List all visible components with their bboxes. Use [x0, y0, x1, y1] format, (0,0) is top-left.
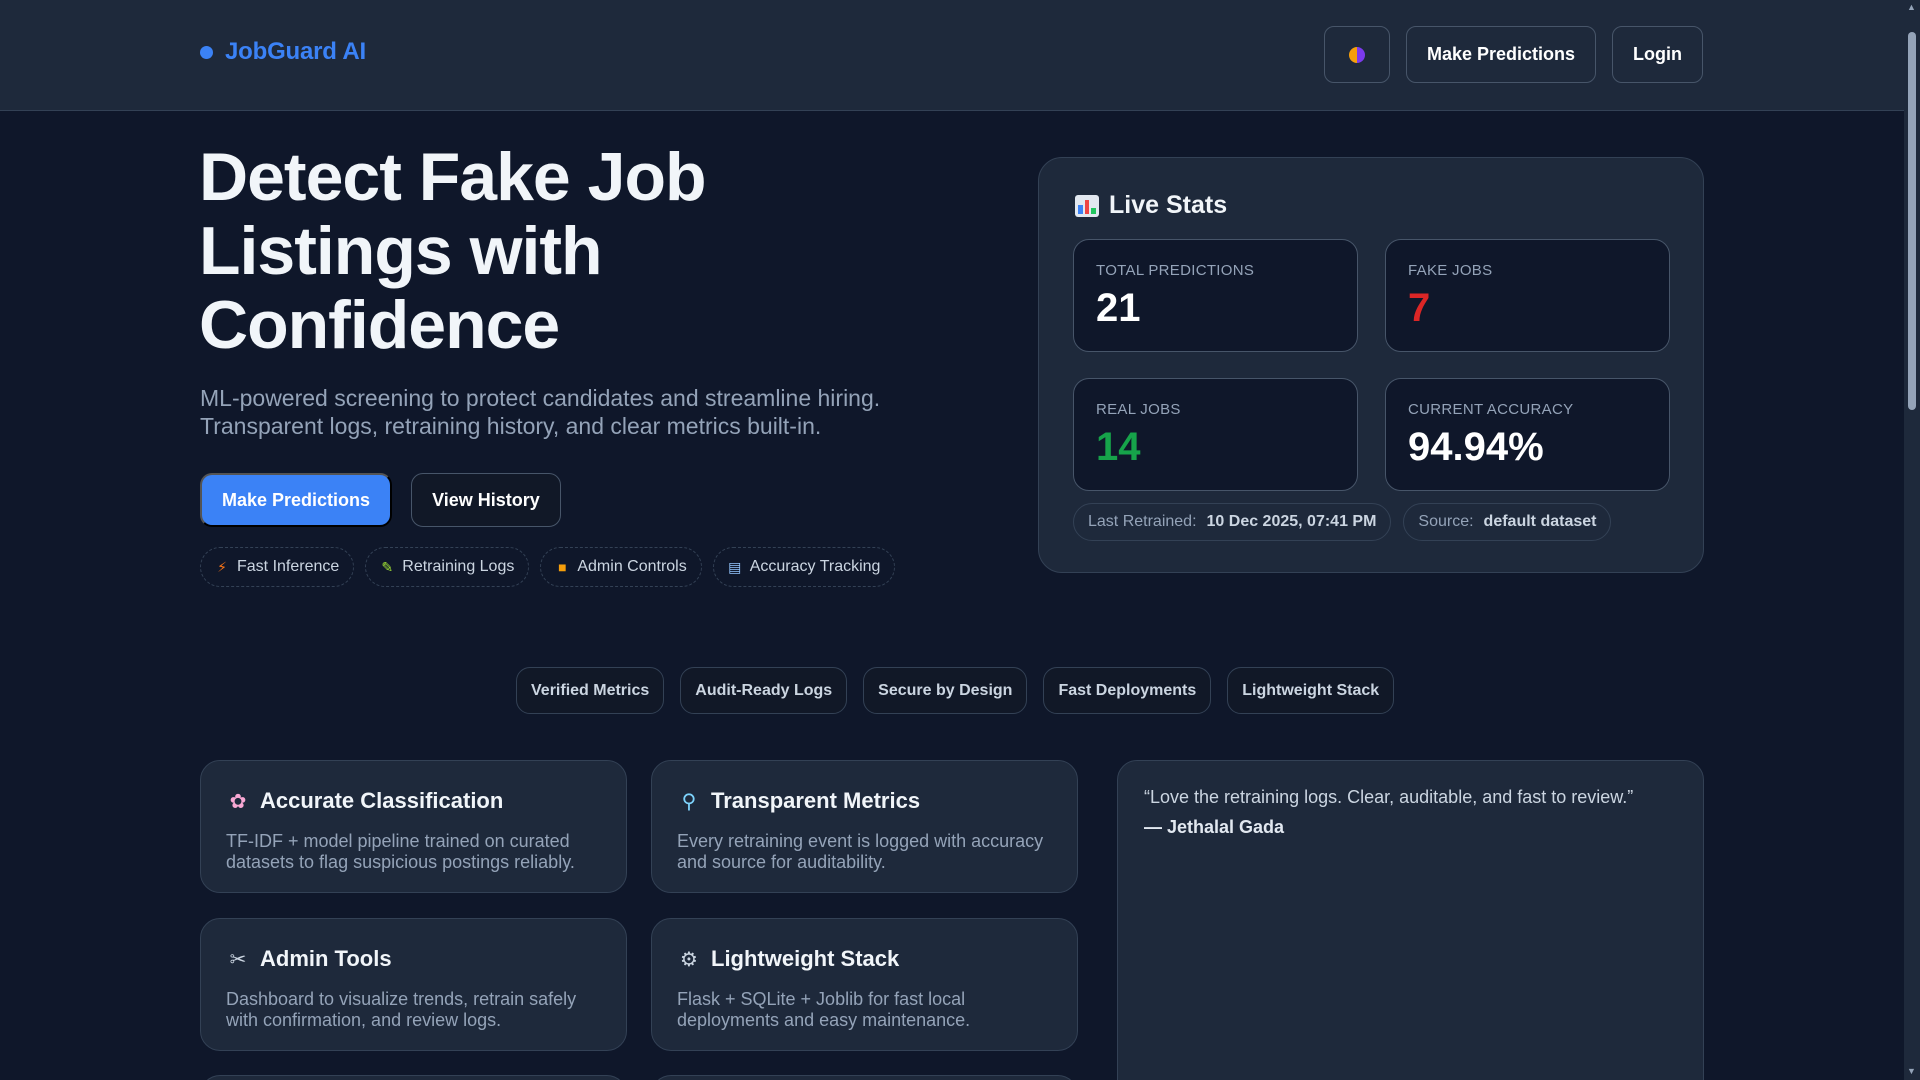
- theme-toggle-button[interactable]: [1323, 26, 1390, 83]
- feature-card-partial: [651, 1075, 1078, 1080]
- badge-lightweight-stack: Lightweight Stack: [1227, 667, 1395, 714]
- stat-value: 14: [1096, 425, 1141, 469]
- feature-desc: Dashboard to visualize trends, retrain s…: [226, 989, 577, 1030]
- feature-head: ⚙ Lightweight Stack: [677, 946, 899, 972]
- feature-head: ⚲ Transparent Metrics: [677, 788, 920, 814]
- feature-desc: Every retraining event is logged with ac…: [677, 831, 1044, 872]
- chip-retraining-logs: ✎ Retraining Logs: [365, 547, 530, 587]
- feature-title: Transparent Metrics: [711, 788, 921, 813]
- scrollbar-thumb[interactable]: [1908, 32, 1916, 410]
- feature-card-partial: [200, 1075, 627, 1080]
- last-retrained-value: 10 Dec 2025, 07:41 PM: [1206, 513, 1377, 530]
- stat-real-jobs: REAL JOBS 14: [1073, 378, 1358, 491]
- brand-dot-icon: [200, 45, 213, 59]
- make-predictions-button[interactable]: Make Predictions: [200, 473, 393, 527]
- theme-toggle-icon: [1348, 46, 1365, 63]
- stat-value: 21: [1096, 286, 1141, 330]
- gear-icon: ⚙: [680, 948, 698, 971]
- feature-head: ✿ Accurate Classification: [226, 788, 504, 814]
- hero-actions: Make Predictions View History: [200, 473, 561, 527]
- testimonial-quote: “Love the retraining logs. Clear, audita…: [1144, 787, 1634, 807]
- stat-label: FAKE JOBS: [1408, 262, 1493, 279]
- feature-card-accurate-classification: ✿ Accurate Classification TF-IDF + model…: [200, 760, 627, 893]
- tools-icon: ✂: [229, 948, 247, 971]
- bar-chart-icon: [1075, 194, 1099, 217]
- chip-label: Accuracy Tracking: [749, 558, 881, 575]
- chart-icon: ▤: [728, 558, 742, 575]
- last-retrained-pill: Last Retrained: 10 Dec 2025, 07:41 PM: [1073, 503, 1392, 541]
- stat-current-accuracy: CURRENT ACCURACY 94.94%: [1385, 378, 1670, 491]
- testimonial-card: “Love the retraining logs. Clear, audita…: [1117, 760, 1704, 1080]
- feature-title: Accurate Classification: [260, 788, 504, 813]
- badge-fast-deployments: Fast Deployments: [1043, 667, 1212, 714]
- stat-label: TOTAL PREDICTIONS: [1096, 262, 1255, 279]
- feature-head: ✂ Admin Tools: [226, 946, 392, 972]
- pencil-icon: ✎: [381, 558, 394, 575]
- feature-chips: ⚡ Fast Inference ✎ Retraining Logs ■ Adm…: [200, 547, 896, 587]
- source-value: default dataset: [1483, 513, 1597, 530]
- stat-value: 7: [1408, 286, 1431, 330]
- login-button[interactable]: Login: [1612, 26, 1703, 83]
- chip-label: Fast Inference: [237, 558, 340, 575]
- feature-card-lightweight-stack: ⚙ Lightweight Stack Flask + SQLite + Job…: [651, 918, 1078, 1051]
- scroll-up-arrow-icon[interactable]: ▲: [1907, 2, 1916, 12]
- badge-verified-metrics: Verified Metrics: [516, 667, 665, 714]
- feature-desc: Flask + SQLite + Joblib for fast local d…: [677, 989, 971, 1030]
- brain-icon: ✿: [229, 790, 247, 813]
- last-retrained-label: Last Retrained:: [1088, 513, 1197, 530]
- view-history-button[interactable]: View History: [411, 473, 561, 527]
- stats-meta: Last Retrained: 10 Dec 2025, 07:41 PM So…: [1073, 503, 1612, 541]
- chip-admin-controls: ■ Admin Controls: [540, 547, 702, 587]
- chip-accuracy-tracking: ▤ Accuracy Tracking: [712, 547, 896, 587]
- lightning-icon: ⚡: [217, 558, 227, 575]
- stat-total-predictions: TOTAL PREDICTIONS 21: [1073, 239, 1358, 352]
- stat-value: 94.94%: [1408, 425, 1544, 469]
- feature-desc: TF-IDF + model pipeline trained on curat…: [226, 831, 575, 872]
- feature-card-transparent-metrics: ⚲ Transparent Metrics Every retraining e…: [651, 760, 1078, 893]
- top-navbar: JobGuard AI Make Predictions Login: [0, 0, 1904, 111]
- live-stats-title: Live Stats: [1109, 191, 1228, 219]
- stat-fake-jobs: FAKE JOBS 7: [1385, 239, 1670, 352]
- hero-title: Detect Fake Job Listings with Confidence: [199, 139, 707, 363]
- live-stats-panel: Live Stats TOTAL PREDICTIONS 21 FAKE JOB…: [1038, 157, 1704, 573]
- brand-name: JobGuard AI: [225, 38, 366, 65]
- testimonial-author: — Jethalal Gada: [1144, 817, 1285, 837]
- scroll-down-arrow-icon[interactable]: ▼: [1907, 1066, 1916, 1076]
- hero-subtitle: ML-powered screening to protect candidat…: [200, 385, 881, 439]
- chip-label: Admin Controls: [577, 558, 687, 575]
- chip-label: Retraining Logs: [402, 558, 515, 575]
- live-stats-header: Live Stats: [1075, 191, 1227, 220]
- badge-secure-by-design: Secure by Design: [863, 667, 1028, 714]
- lock-icon: ■: [558, 559, 567, 575]
- stat-label: REAL JOBS: [1096, 401, 1181, 418]
- brand-logo[interactable]: JobGuard AI: [200, 38, 366, 66]
- feature-title: Admin Tools: [260, 946, 392, 971]
- feature-card-admin-tools: ✂ Admin Tools Dashboard to visualize tre…: [200, 918, 627, 1051]
- source-label: Source:: [1418, 513, 1474, 530]
- nav-make-predictions-button[interactable]: Make Predictions: [1405, 26, 1597, 83]
- header-actions: Make Predictions Login: [1323, 26, 1703, 83]
- magnifier-icon: ⚲: [681, 790, 697, 813]
- feature-title: Lightweight Stack: [711, 946, 900, 971]
- trust-badges: Verified Metrics Audit-Ready Logs Secure…: [516, 667, 1395, 714]
- stat-label: CURRENT ACCURACY: [1408, 401, 1574, 418]
- page-scrollbar[interactable]: ▲ ▼: [1904, 0, 1920, 1080]
- badge-audit-ready-logs: Audit-Ready Logs: [680, 667, 848, 714]
- chip-fast-inference: ⚡ Fast Inference: [200, 547, 355, 587]
- source-pill: Source: default dataset: [1403, 503, 1612, 541]
